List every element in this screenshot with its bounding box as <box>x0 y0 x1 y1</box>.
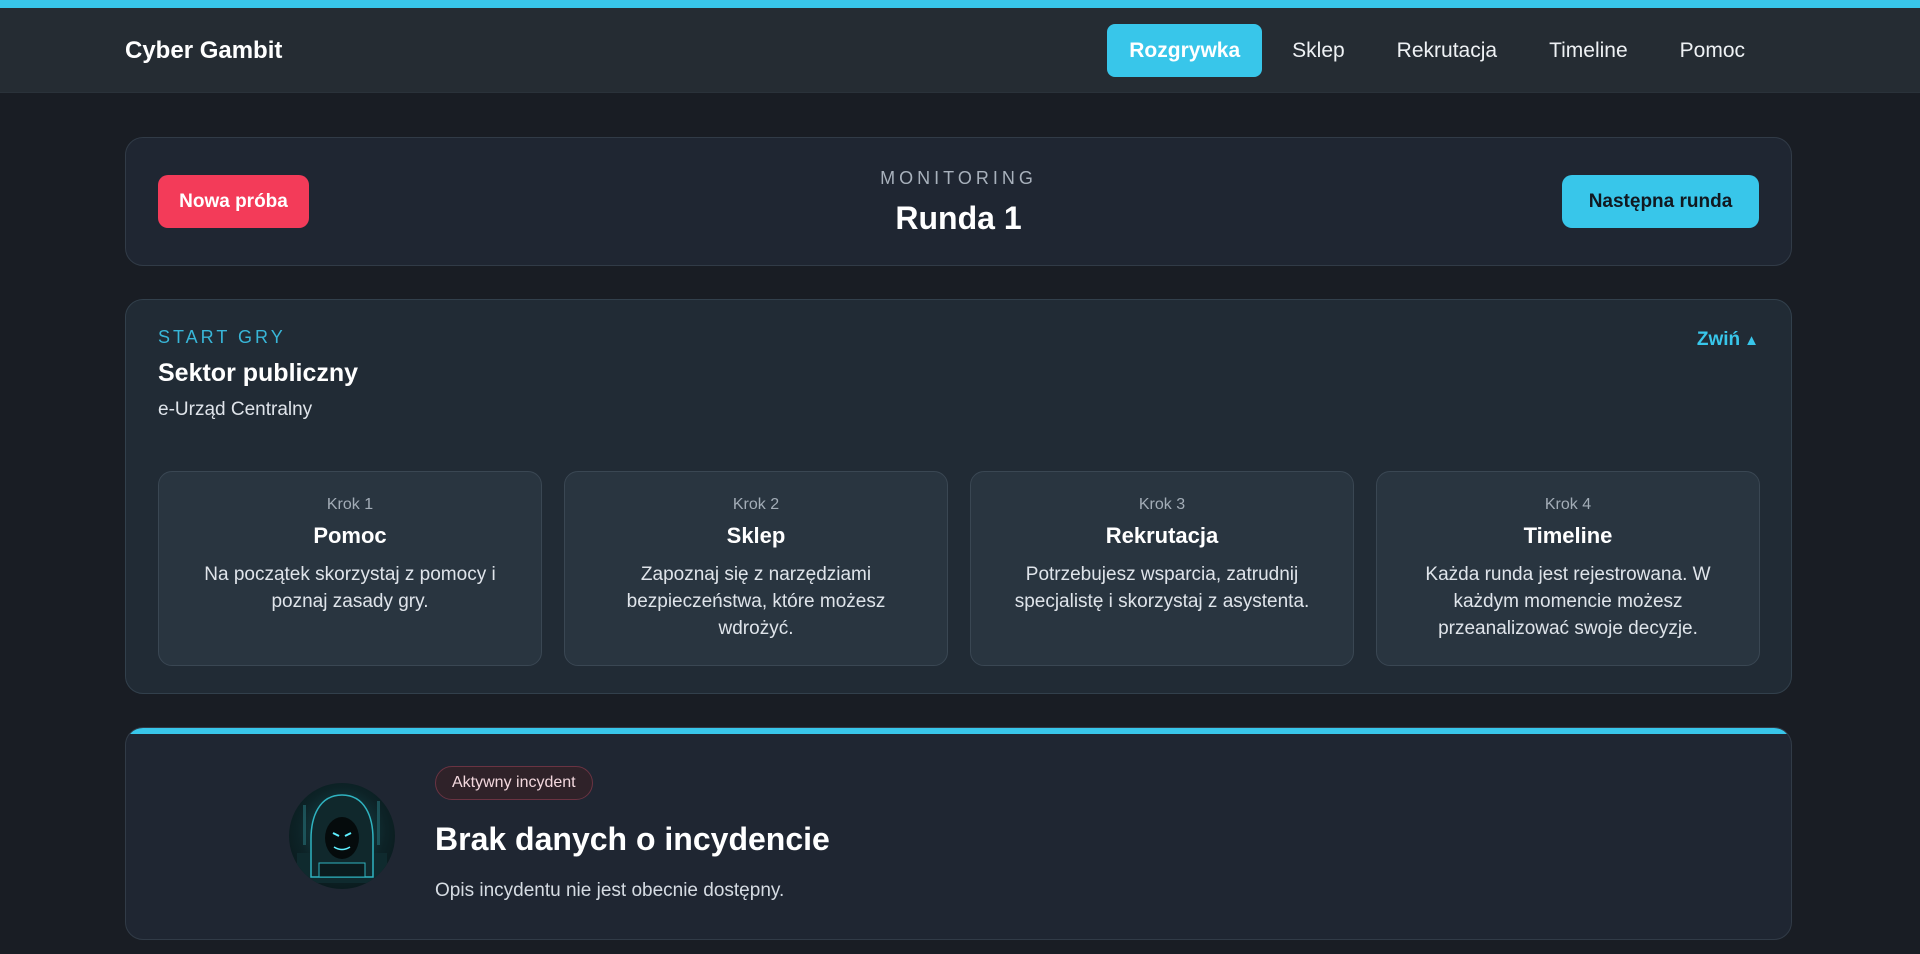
triangle-up-icon: ▲ <box>1744 332 1759 349</box>
nav-item-sklep[interactable]: Sklep <box>1270 24 1367 77</box>
sector-title: Sektor publiczny <box>158 359 359 387</box>
step-card-4[interactable]: Krok 4 Timeline Każda runda jest rejestr… <box>1376 471 1760 666</box>
nav-links: Rozgrywka Sklep Rekrutacja Timeline Pomo… <box>1107 24 1767 77</box>
step-number: Krok 3 <box>1138 496 1186 513</box>
incident-status-badge: Aktywny incydent <box>435 766 593 800</box>
nav-item-rozgrywka[interactable]: Rozgrywka <box>1107 24 1263 77</box>
step-description: Na początek skorzystaj z pomocy i poznaj… <box>204 564 496 612</box>
step-number: Krok 2 <box>732 496 780 513</box>
top-navbar: Cyber Gambit Rozgrywka Sklep Rekrutacja … <box>0 8 1920 93</box>
step-card-1[interactable]: Krok 1 Pomoc Na początek skorzystaj z po… <box>158 471 542 666</box>
step-description: Potrzebujesz wsparcia, zatrudnij specjal… <box>1014 564 1310 612</box>
next-round-button[interactable]: Następna runda <box>1562 175 1759 228</box>
incident-accent-bar <box>126 728 1791 734</box>
incident-title: Brak danych o incydencie <box>435 821 830 857</box>
nav-item-timeline[interactable]: Timeline <box>1527 24 1650 77</box>
step-description: Każda runda jest rejestrowana. W każdym … <box>1425 564 1711 639</box>
monitoring-label: MONITORING <box>880 168 1037 188</box>
step-title: Sklep <box>726 523 786 548</box>
collapse-button[interactable]: Zwiń ▲ <box>1697 329 1759 351</box>
game-start-panel: START GRY Sektor publiczny e-Urząd Centr… <box>125 299 1792 694</box>
step-card-3[interactable]: Krok 3 Rekrutacja Potrzebujesz wsparcia,… <box>970 471 1354 666</box>
step-title: Pomoc <box>313 523 387 548</box>
step-number: Krok 4 <box>1544 496 1592 513</box>
step-title: Rekrutacja <box>1105 523 1219 548</box>
hooded-hacker-avatar <box>289 783 395 889</box>
round-info: MONITORING Runda 1 <box>126 168 1791 237</box>
monitoring-panel: Nowa próba MONITORING Runda 1 Następna r… <box>125 137 1792 266</box>
incident-description: Opis incydentu nie jest obecnie dostępny… <box>435 880 785 901</box>
steps-list: Krok 1 Pomoc Na początek skorzystaj z po… <box>158 471 1760 666</box>
round-title: Runda 1 <box>895 200 1022 236</box>
nav-item-pomoc[interactable]: Pomoc <box>1658 24 1767 77</box>
nav-item-rekrutacja[interactable]: Rekrutacja <box>1375 24 1519 77</box>
top-accent-line <box>0 0 1920 8</box>
organization-name: e-Urząd Centralny <box>158 399 313 420</box>
step-card-2[interactable]: Krok 2 Sklep Zapoznaj się z narzędziami … <box>564 471 948 666</box>
collapse-label: Zwiń <box>1696 329 1741 350</box>
step-number: Krok 1 <box>326 496 374 513</box>
step-description: Zapoznaj się z narzędziami bezpieczeństw… <box>626 564 886 639</box>
brand-logo[interactable]: Cyber Gambit <box>125 37 282 65</box>
step-title: Timeline <box>1523 523 1613 548</box>
incident-panel: Aktywny incydent Brak danych o incydenci… <box>125 727 1792 940</box>
start-eyebrow: START GRY <box>158 327 286 347</box>
